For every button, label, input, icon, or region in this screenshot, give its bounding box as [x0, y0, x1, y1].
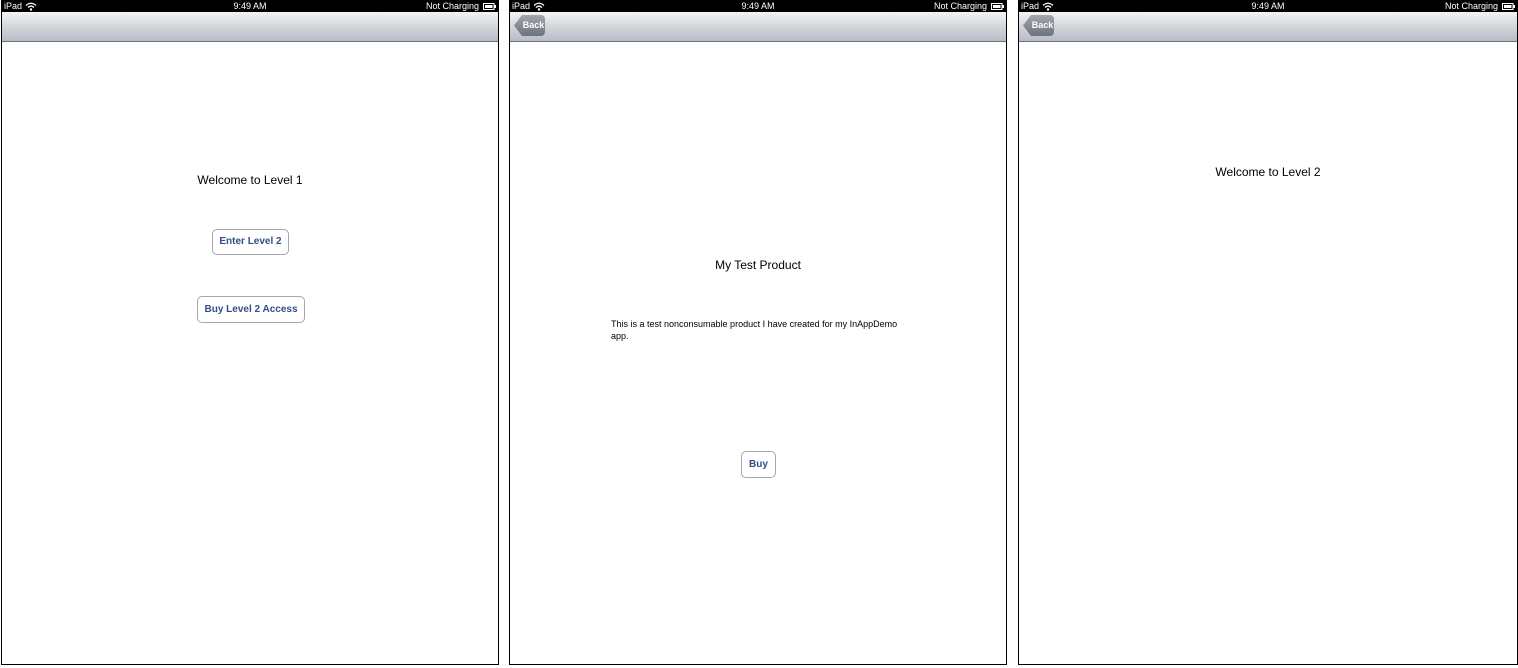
status-bar: iPad 9:49 AM Not Charging: [1019, 1, 1517, 12]
charging-status: Not Charging: [933, 1, 987, 11]
screen-product: iPad 9:49 AM Not Charging Back My Test P…: [509, 0, 1007, 665]
charging-status: Not Charging: [425, 1, 479, 11]
welcome-level-2-label: Welcome to Level 2: [1215, 165, 1321, 179]
status-time: 9:49 AM: [741, 1, 775, 11]
product-title: My Test Product: [715, 258, 801, 272]
battery-icon: [1502, 3, 1515, 10]
welcome-level-1-label: Welcome to Level 1: [197, 173, 303, 187]
status-bar: iPad 9:49 AM Not Charging: [510, 1, 1006, 12]
battery-icon: [483, 3, 496, 10]
navigation-bar: Back: [1019, 12, 1517, 42]
buy-level-2-access-button[interactable]: Buy Level 2 Access: [197, 296, 305, 323]
status-time: 9:49 AM: [233, 1, 267, 11]
back-button[interactable]: Back: [514, 15, 545, 36]
screen-level-1: iPad 9:49 AM Not Charging Welcome to Lev…: [1, 0, 499, 665]
battery-icon: [991, 3, 1004, 10]
navigation-bar: [2, 12, 498, 42]
enter-level-2-button[interactable]: Enter Level 2: [212, 229, 289, 255]
status-bar: iPad 9:49 AM Not Charging: [2, 1, 498, 12]
screen-level-2: iPad 9:49 AM Not Charging Back Welcome t…: [1018, 0, 1518, 665]
navigation-bar: Back: [510, 12, 1006, 42]
status-time: 9:49 AM: [1251, 1, 1285, 11]
product-description: This is a test nonconsumable product I h…: [611, 319, 898, 341]
buy-button[interactable]: Buy: [741, 451, 776, 478]
charging-status: Not Charging: [1444, 1, 1498, 11]
back-button[interactable]: Back: [1023, 15, 1054, 36]
